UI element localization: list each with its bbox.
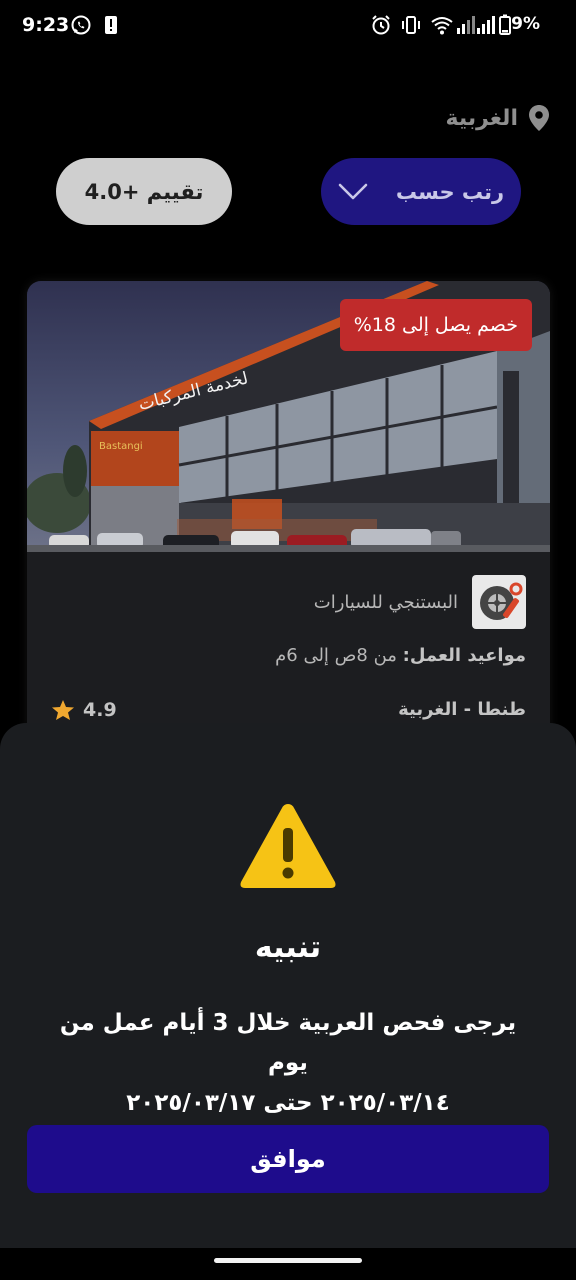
vibrate-icon — [402, 16, 420, 34]
working-hours-label: مواعيد العمل: — [402, 645, 526, 666]
home-indicator[interactable] — [214, 1258, 362, 1263]
warning-icon — [240, 804, 336, 888]
whatsapp-icon — [71, 15, 91, 35]
chevron-down-icon — [338, 183, 368, 199]
star-icon — [52, 700, 74, 720]
notification-alert-icon — [105, 16, 117, 34]
center-rating: 4.9 — [51, 699, 117, 721]
center-logo — [472, 575, 526, 629]
service-center-card[interactable]: Bastangi لخدمة المركبات خصم يصل إلى 18% … — [27, 281, 550, 741]
sort-by-label: رتب حسب — [395, 179, 505, 204]
screen: 9:23 9% الغربية رتب حسب تقييم +4.0 Basta… — [0, 0, 576, 1280]
battery-percentage: 9% — [511, 14, 540, 34]
location-selector[interactable]: الغربية — [446, 102, 551, 134]
alert-message-line-1: يرجى فحص العربية خلال 3 أيام عمل من يوم — [59, 1010, 517, 1076]
rating-filter-chip[interactable]: تقييم +4.0 — [56, 158, 232, 225]
confirm-label: موافق — [250, 1145, 326, 1173]
center-name: البستنجي للسيارات — [313, 591, 458, 613]
battery-icon — [499, 14, 511, 35]
sort-by-button[interactable]: رتب حسب — [321, 158, 521, 225]
navigation-bar — [0, 1248, 576, 1280]
signal-icon-1 — [457, 16, 475, 34]
alert-message-line-2: ٢٠٢٥/٠٣/١٤ حتى ٢٠٢٥/٠٣/١٧ — [126, 1090, 450, 1116]
tire-wrench-icon — [480, 582, 523, 620]
working-hours: مواعيد العمل: من 8ص إلى 6م — [275, 645, 526, 666]
alert-title: تنبيه — [254, 930, 322, 965]
alert-message: يرجى فحص العربية خلال 3 أيام عمل من يوم … — [40, 1003, 536, 1123]
center-header: البستنجي للسيارات — [314, 575, 526, 629]
confirm-button[interactable]: موافق — [27, 1125, 549, 1193]
alert-bottom-sheet: تنبيه يرجى فحص العربية خلال 3 أيام عمل م… — [0, 723, 576, 1280]
rating-filter-label: تقييم +4.0 — [84, 179, 204, 204]
location-label: الغربية — [445, 105, 519, 131]
signal-icon-2 — [477, 16, 495, 34]
location-pin-icon — [529, 105, 549, 131]
center-address: طنطا - الغربية — [398, 699, 526, 720]
discount-badge: خصم يصل إلى 18% — [339, 299, 532, 351]
rating-value: 4.9 — [83, 699, 117, 721]
status-time: 9:23 — [22, 14, 70, 36]
discount-text: خصم يصل إلى 18% — [353, 314, 518, 336]
working-hours-value: من 8ص إلى 6م — [275, 645, 403, 666]
status-bar: 9:23 9% — [0, 0, 576, 52]
wifi-icon — [431, 17, 453, 35]
alarm-icon — [372, 15, 390, 35]
svg-text:Bastangi: Bastangi — [99, 441, 143, 452]
